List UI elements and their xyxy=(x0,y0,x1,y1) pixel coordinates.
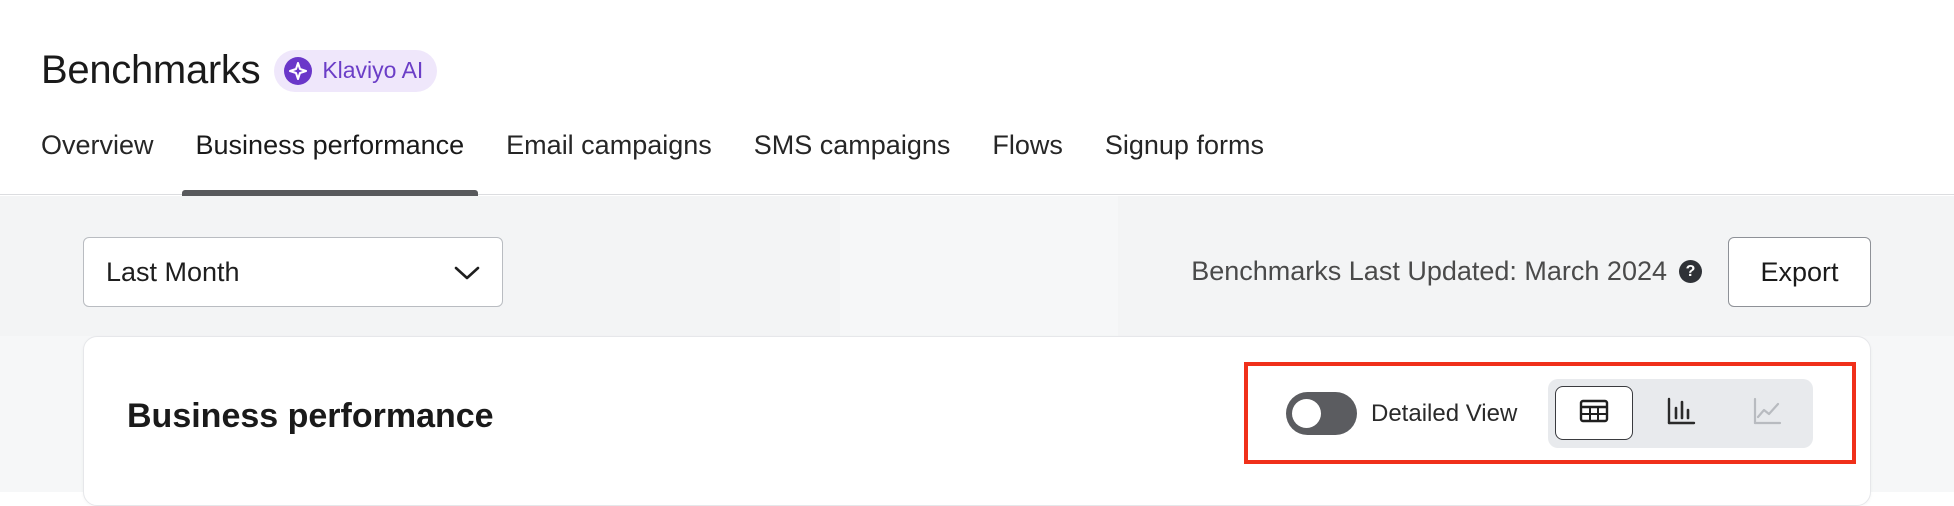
tab-business-performance[interactable]: Business performance xyxy=(181,124,479,197)
tab-flows[interactable]: Flows xyxy=(978,124,1077,195)
page-header: Benchmarks Klaviyo AI Overview Business … xyxy=(0,0,1954,197)
export-button[interactable]: Export xyxy=(1728,237,1871,307)
tab-label: Email campaigns xyxy=(506,130,712,160)
card-title: Business performance xyxy=(127,397,494,435)
detailed-view-toggle[interactable] xyxy=(1286,392,1357,435)
view-mode-group xyxy=(1548,379,1813,448)
bar-chart-icon xyxy=(1666,397,1696,430)
last-updated: Benchmarks Last Updated: March 2024 ? xyxy=(1191,256,1702,287)
last-updated-text: Benchmarks Last Updated: March 2024 xyxy=(1191,256,1667,286)
tab-label: Flows xyxy=(992,130,1063,160)
tab-email-campaigns[interactable]: Email campaigns xyxy=(492,124,726,195)
table-view-button[interactable] xyxy=(1555,386,1633,440)
tab-signup-forms[interactable]: Signup forms xyxy=(1091,124,1278,195)
table-icon xyxy=(1579,399,1609,428)
toggle-knob xyxy=(1292,399,1321,428)
tab-label: SMS campaigns xyxy=(753,130,951,160)
tab-overview[interactable]: Overview xyxy=(27,124,168,195)
date-range-select[interactable]: Last Month xyxy=(83,237,503,307)
tab-label: Signup forms xyxy=(1104,130,1264,160)
page-title: Benchmarks xyxy=(41,48,261,92)
bar-chart-view-button[interactable] xyxy=(1642,386,1720,440)
detailed-view-label: Detailed View xyxy=(1371,400,1518,427)
line-chart-view-button[interactable] xyxy=(1728,386,1806,440)
line-chart-icon xyxy=(1752,397,1782,430)
tab-sms-campaigns[interactable]: SMS campaigns xyxy=(740,124,965,195)
klaviyo-ai-badge[interactable]: Klaviyo AI xyxy=(274,49,438,92)
badge-label: Klaviyo AI xyxy=(322,57,424,83)
sparkle-icon xyxy=(284,56,313,85)
tab-bar: Overview Business performance Email camp… xyxy=(0,124,1278,197)
chevron-down-icon xyxy=(454,257,480,288)
help-icon[interactable]: ? xyxy=(1679,260,1702,283)
date-range-value: Last Month xyxy=(106,256,240,287)
tab-label: Overview xyxy=(41,130,154,160)
title-row: Benchmarks Klaviyo AI xyxy=(41,48,438,93)
tab-label: Business performance xyxy=(195,130,465,160)
